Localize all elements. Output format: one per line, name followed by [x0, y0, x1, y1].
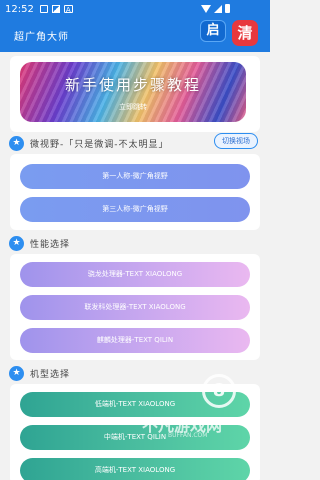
snapdragon-button[interactable]: 骁龙处理器-TEXT XIAOLONG: [20, 262, 250, 287]
high-end-button[interactable]: 高端机-TEXT XIAOLONG: [20, 458, 250, 480]
banner-card: 新手使用步骤教程 立即跳转: [10, 56, 260, 132]
main-content[interactable]: 新手使用步骤教程 立即跳转 ★ 微视野-「只是微调-不太明显」 切换视场 第一人…: [0, 52, 270, 480]
kirin-button[interactable]: 麒麟处理器-TEXT QILIN: [20, 328, 250, 353]
tutorial-banner[interactable]: 新手使用步骤教程 立即跳转: [20, 62, 246, 122]
section-perf-header: ★ 性能选择: [9, 234, 70, 252]
app-bar: 超广角大师 启 清: [0, 18, 270, 52]
section-model-header: ★ 机型选择: [9, 364, 70, 382]
star-icon: ★: [9, 135, 24, 151]
notification-icon: [39, 5, 48, 13]
banner-jump-link[interactable]: 立即跳转: [20, 102, 246, 112]
mid-end-button[interactable]: 中端机-TEXT QILIN: [20, 425, 250, 450]
wifi-icon: [201, 4, 211, 13]
low-end-button[interactable]: 低端机-TEXT XIAOLONG: [20, 392, 250, 417]
section-perf-title: 性能选择: [30, 239, 71, 250]
battery-icon: [225, 4, 230, 13]
status-bar: 12:52 A: [0, 0, 270, 18]
app-title: 超广角大师: [14, 31, 69, 43]
star-icon: ★: [9, 235, 24, 251]
mediatek-button[interactable]: 联发科处理器-TEXT XIAOLONG: [20, 295, 250, 320]
first-person-button[interactable]: 第一人称-微广角视野: [20, 164, 250, 189]
clear-button[interactable]: 清: [232, 20, 258, 46]
status-time: 12:52: [5, 3, 34, 15]
switch-view-button[interactable]: 切换视场: [214, 133, 258, 149]
signal-icon: [214, 4, 222, 13]
star-icon: ★: [9, 365, 24, 381]
section-view-title: 微视野-「只是微调-不太明显」: [30, 139, 169, 150]
banner-title: 新手使用步骤教程: [64, 76, 201, 94]
section-model-title: 机型选择: [30, 369, 71, 380]
section-view-header: ★ 微视野-「只是微调-不太明显」: [9, 134, 169, 152]
image-notification-icon: [51, 5, 60, 13]
third-person-button[interactable]: 第三人称-微广角视野: [20, 197, 250, 222]
a-notification-icon: A: [63, 5, 73, 14]
launch-button[interactable]: 启: [200, 20, 226, 42]
